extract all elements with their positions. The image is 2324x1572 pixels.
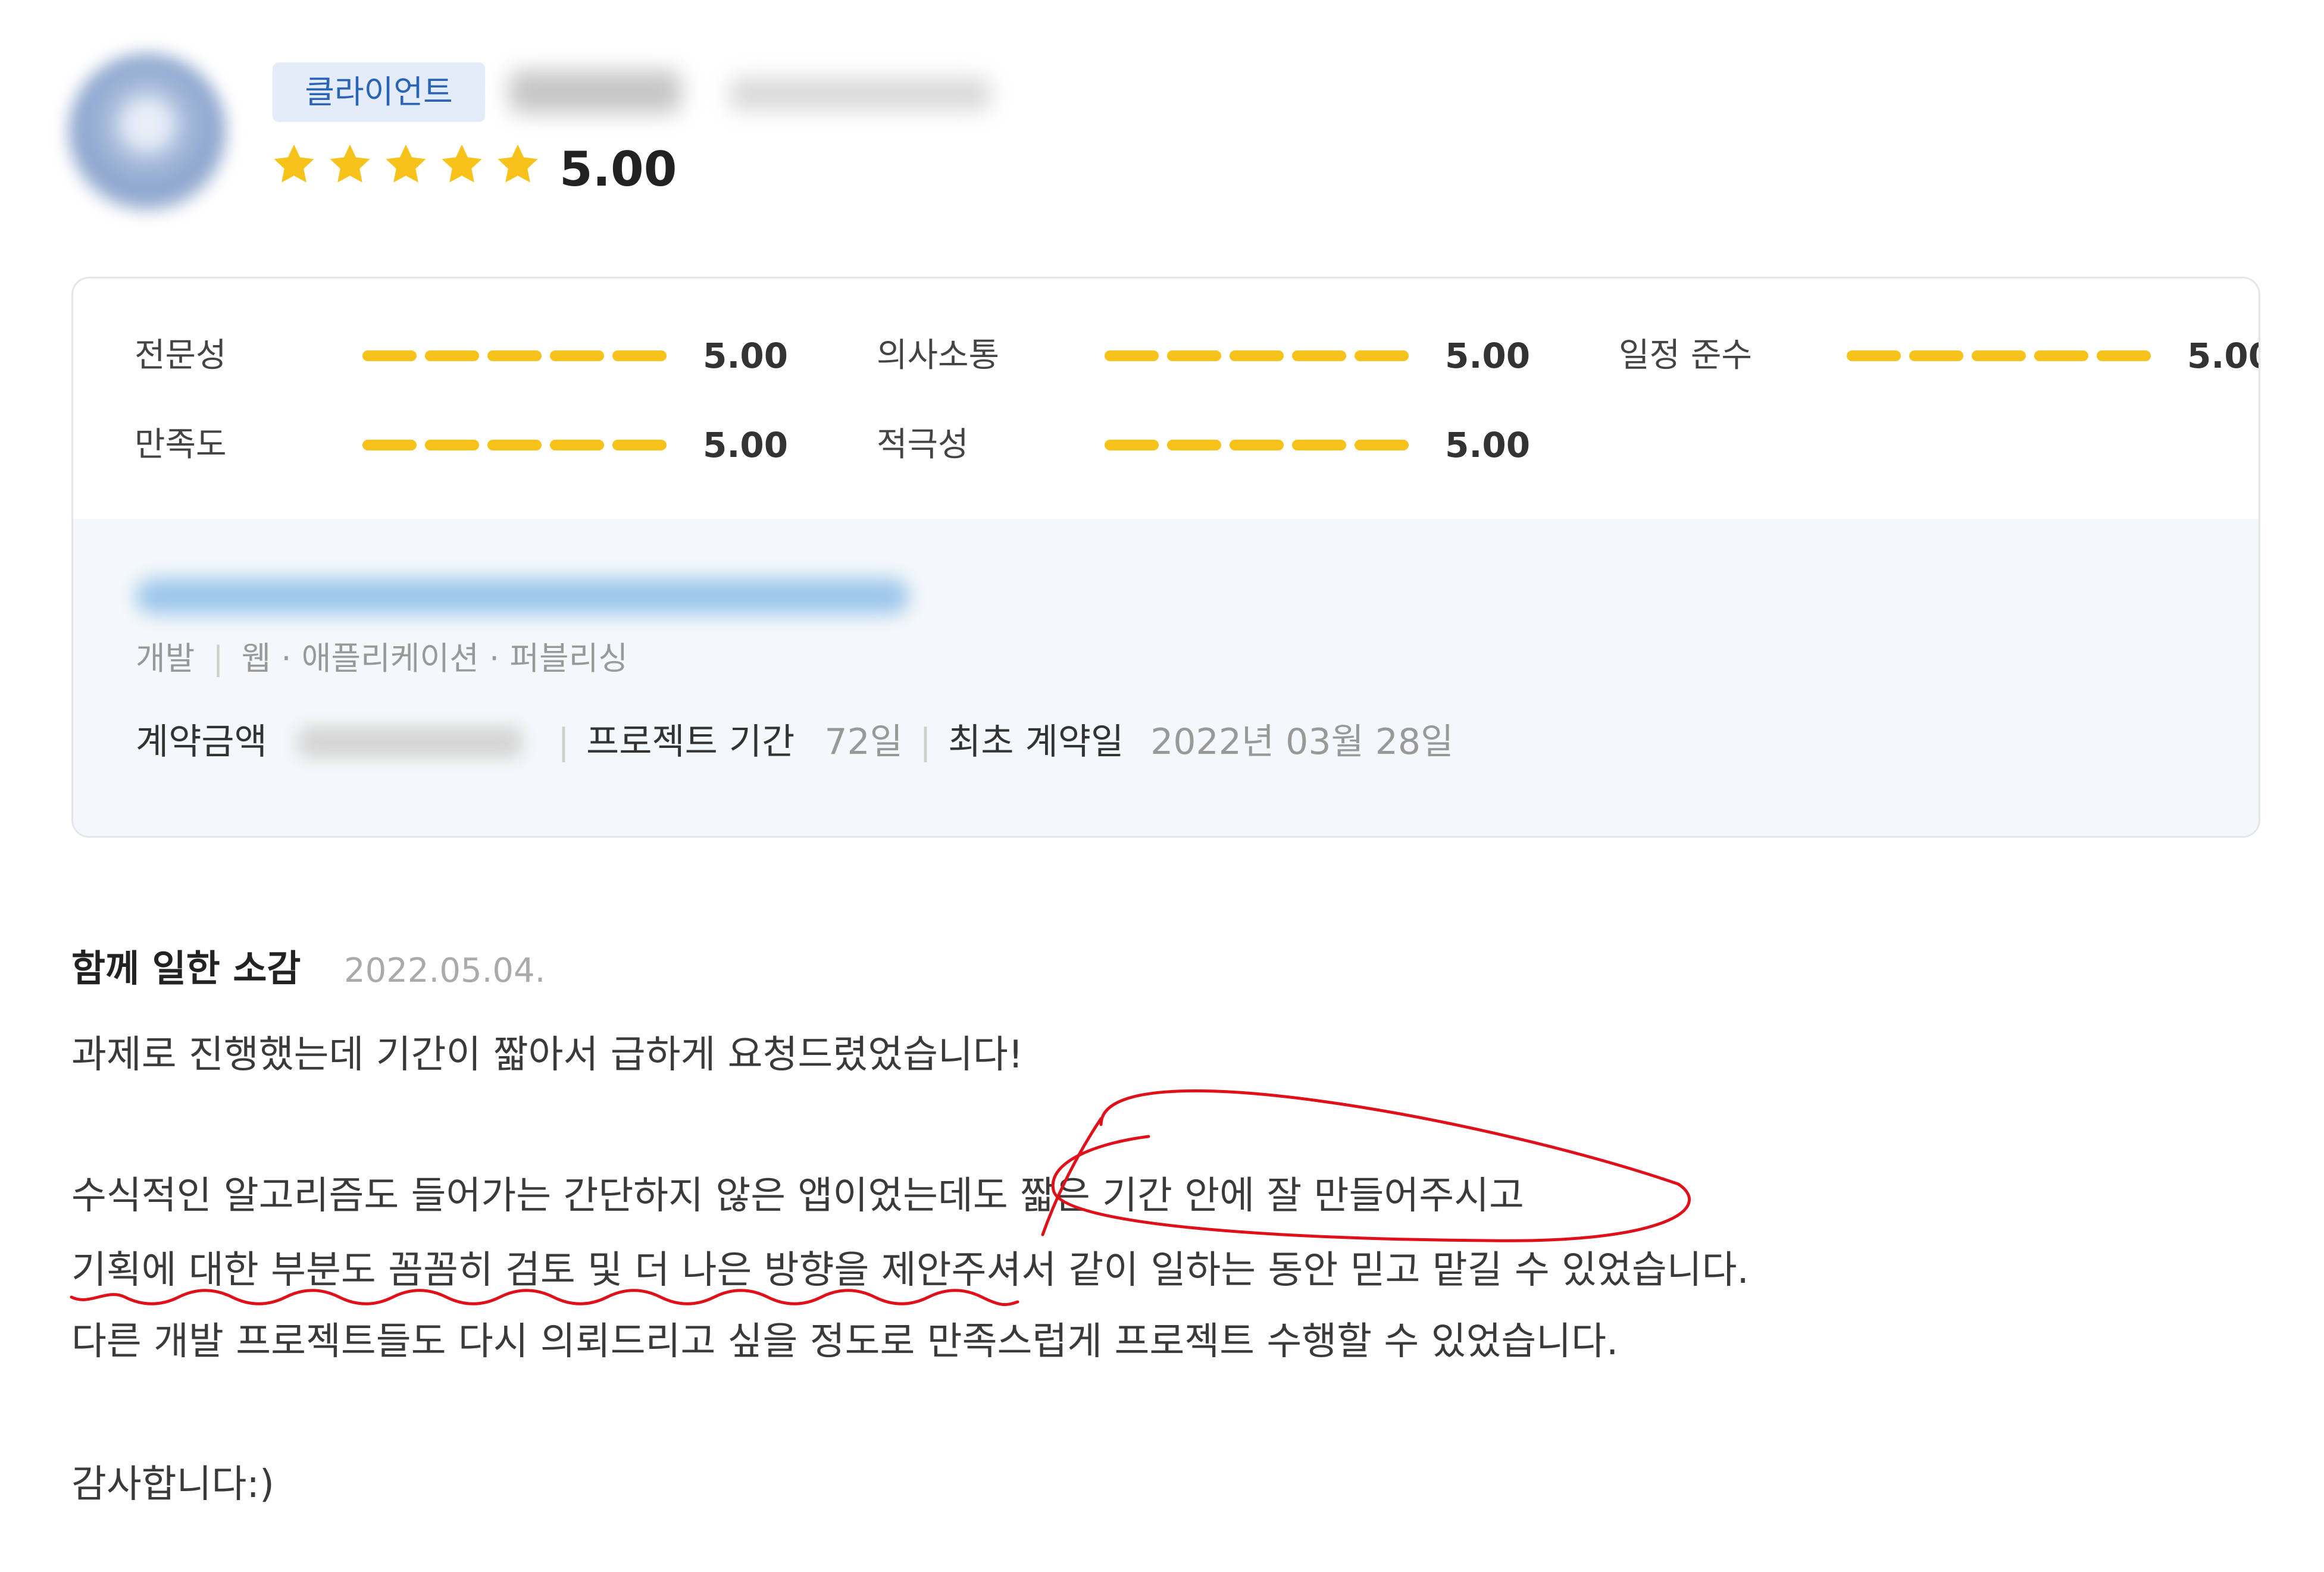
metric-label: 일정 준수 (1619, 336, 1752, 375)
star-icon (386, 144, 426, 183)
star-icon (442, 144, 482, 183)
metric-communication: 의사소통 5.00 (877, 335, 1531, 377)
subcategory-label: 웹 · 애플리케이션 · 퍼블리싱 (241, 640, 628, 677)
metric-satisfaction: 만족도 5.00 (135, 424, 789, 466)
review-text-line: 감사합니다:) (71, 1463, 274, 1507)
project-category: 개발 | 웹 · 애플리케이션 · 퍼블리싱 (136, 640, 628, 677)
metric-bar (1847, 335, 2159, 377)
reviewer-name-redacted (509, 70, 681, 113)
contract-details: 계약금액 | 프로젝트 기간 72일 | 최초 계약일 2022년 03월 28… (136, 718, 1453, 766)
review-text-line: 다른 개발 프로젝트들도 다시 의뢰드리고 싶을 정도로 만족스럽게 프로젝트 … (71, 1320, 1619, 1364)
project-title-redacted[interactable] (136, 578, 909, 614)
review-text-line: 수식적인 알고리즘도 들어가는 간단하지 않은 앱이었는데도 짧은 기간 안에 … (71, 1174, 1524, 1218)
metric-label: 전문성 (135, 336, 227, 375)
project-period-value: 72일 (824, 721, 903, 763)
review-date: 2022.05.04. (344, 951, 546, 990)
project-period-label: 프로젝트 기간 (586, 721, 795, 763)
metric-proactiveness: 적극성 5.00 (877, 424, 1531, 466)
rating-card: 전문성 5.00 의사소통 5.00 일정 준수 5.00 만족도 5.00 적… (71, 277, 2260, 838)
metric-value: 5.00 (2187, 336, 2259, 376)
star-rating (271, 142, 541, 188)
contract-amount-label: 계약금액 (136, 721, 267, 763)
metric-expertise: 전문성 5.00 (135, 335, 789, 377)
review-text-line: 기획에 대한 부분도 꼼꼼히 검토 및 더 나은 방향을 제안주셔서 같이 일하… (71, 1248, 1749, 1292)
metric-bar (362, 424, 675, 466)
start-date-value: 2022년 03월 28일 (1150, 721, 1454, 763)
metric-bar (362, 335, 675, 377)
metric-value: 5.00 (1445, 425, 1531, 465)
reviewer-avatar (68, 54, 226, 211)
star-icon (498, 144, 538, 183)
metric-bar (1105, 335, 1417, 377)
metric-label: 만족도 (135, 425, 227, 464)
metric-label: 의사소통 (877, 336, 1000, 375)
metric-label: 적극성 (877, 425, 969, 464)
star-icon (330, 144, 370, 183)
metric-value: 5.00 (703, 336, 789, 376)
client-badge: 클라이언트 (273, 62, 485, 122)
contract-amount-redacted (296, 725, 523, 759)
metric-value: 5.00 (1445, 336, 1531, 376)
reviewer-meta-redacted (729, 77, 991, 111)
project-info: 개발 | 웹 · 애플리케이션 · 퍼블리싱 계약금액 | 프로젝트 기간 72일 … (73, 519, 2259, 836)
metric-bar (1105, 424, 1417, 466)
overall-rating: 5.00 (559, 142, 677, 197)
review-title: 함께 일한 소감 (71, 947, 301, 990)
category-label: 개발 (136, 640, 195, 677)
metric-value: 5.00 (703, 425, 789, 465)
star-icon (274, 144, 314, 183)
start-date-label: 최초 계약일 (948, 721, 1124, 763)
review-text-line: 과제로 진행했는데 기간이 짧아서 급하게 요청드렸었습니다! (71, 1033, 1024, 1077)
metric-schedule: 일정 준수 5.00 (1619, 335, 2259, 377)
